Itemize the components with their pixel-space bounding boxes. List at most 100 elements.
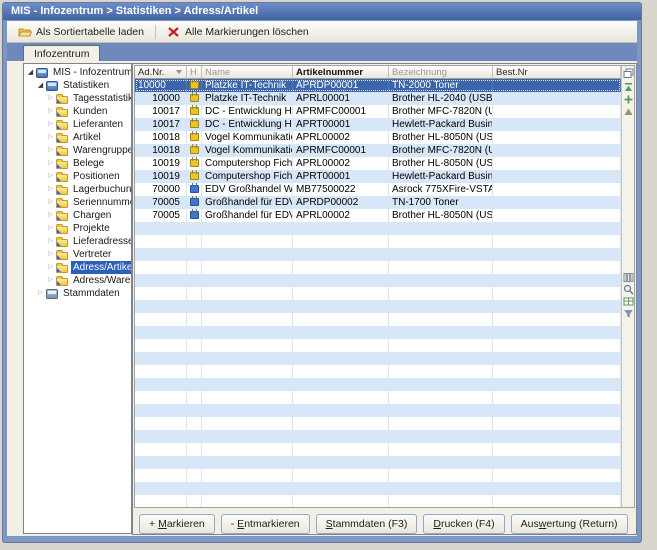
tree-item-mis-infozentrum[interactable]: ◢ MIS - Infozentrum — [24, 66, 131, 79]
search-icon[interactable] — [623, 284, 634, 295]
cell-name — [202, 469, 293, 482]
tree-item-chargen[interactable]: ▷ Chargen — [24, 209, 131, 222]
cell-bestnr — [493, 105, 621, 118]
cell-adnr: 10018 — [135, 144, 187, 157]
tree-twisty-icon[interactable]: ▷ — [46, 92, 55, 105]
column-header-h[interactable]: H — [187, 66, 202, 78]
column-header-ad-nr[interactable]: Ad.Nr. — [135, 66, 187, 78]
tree-item-kunden[interactable]: ▷ Kunden — [24, 105, 131, 118]
cell-name: Platzke IT-Technik — [202, 92, 293, 105]
cell-bezeichnung — [389, 482, 493, 495]
cell-bezeichnung — [389, 495, 493, 507]
cell-bestnr — [493, 352, 621, 365]
table-row[interactable]: 70000EDV Großhandel WinklMB77500022Asroc… — [135, 183, 621, 196]
tree-item-vertreter[interactable]: ▷ Vertreter — [24, 248, 131, 261]
drucken-button[interactable]: Drucken (F4) — [423, 514, 504, 534]
tree-item-lagerbuchungen[interactable]: ▷ Lagerbuchungen — [24, 183, 131, 196]
tree-item-label: Kunden — [71, 105, 109, 118]
clear-marks-button[interactable]: Alle Markierungen löschen — [160, 24, 316, 40]
tree-item-tagesstatistik[interactable]: ▷ Tagesstatistik — [24, 92, 131, 105]
add-icon[interactable] — [623, 94, 634, 105]
column-header-label: Best.Nr — [496, 67, 528, 78]
tree-twisty-icon[interactable]: ▷ — [46, 118, 55, 131]
empty-row — [135, 261, 621, 274]
cell-bezeichnung — [389, 352, 493, 365]
table-row[interactable]: 10019Computershop FichtneAPRL00002Brothe… — [135, 157, 621, 170]
tree-item-adress-warengruppen[interactable]: ▷ Adress/Warengruppen — [24, 274, 131, 287]
tree-twisty-icon[interactable]: ▷ — [46, 144, 55, 157]
column-header-artikelnummer[interactable]: Artikelnummer — [293, 66, 389, 78]
table-row[interactable]: 10017DC - Entwicklung HeiAPRMFC00001Brot… — [135, 105, 621, 118]
tree-twisty-icon[interactable]: ▷ — [46, 196, 55, 209]
tree-item-positionen[interactable]: ▷ Positionen — [24, 170, 131, 183]
empty-row — [135, 430, 621, 443]
table-row[interactable]: 10017DC - Entwicklung HeiAPRT00001Hewlet… — [135, 118, 621, 131]
cell-adnr: 10017 — [135, 118, 187, 131]
cell-bestnr — [493, 404, 621, 417]
tree-item-stammdaten[interactable]: ▷ Stammdaten — [24, 287, 131, 300]
tree-twisty-icon[interactable]: ▷ — [46, 131, 55, 144]
table-row[interactable]: 10018Vogel KommunikationAPRL00002Brother… — [135, 131, 621, 144]
tree-twisty-icon[interactable]: ▷ — [46, 261, 55, 274]
tree-item-statistiken[interactable]: ◢ Statistiken — [24, 79, 131, 92]
tree-twisty-icon[interactable]: ▷ — [46, 157, 55, 170]
tab-infozentrum[interactable]: Infozentrum — [23, 45, 100, 62]
cell-bezeichnung: Asrock 775XFire-VSTA, Intel 92 — [389, 183, 493, 196]
tree-twisty-icon[interactable]: ▷ — [46, 105, 55, 118]
table-row[interactable]: 70005Großhandel für EDV HAPRL00002Brothe… — [135, 209, 621, 222]
column-header-best-nr[interactable]: Best.Nr — [493, 66, 621, 78]
tree-twisty-icon[interactable]: ▷ — [46, 248, 55, 261]
stammdaten-button[interactable]: Stammdaten (F3) — [316, 514, 418, 534]
table-panel: Ad.Nr.HNameArtikelnummerBezeichnungBest.… — [132, 63, 637, 535]
load-sort-table-button[interactable]: Als Sortiertabelle laden — [11, 24, 151, 40]
column-header-name[interactable]: Name — [202, 66, 293, 78]
columns-icon[interactable] — [623, 272, 634, 283]
tree-twisty-icon[interactable]: ▷ — [46, 235, 55, 248]
tree-twisty-icon[interactable]: ▷ — [46, 222, 55, 235]
column-header-bezeichnung[interactable]: Bezeichnung — [389, 66, 493, 78]
auswertung-button[interactable]: Auswertung (Return) — [511, 514, 628, 534]
tree-item-label: Positionen — [71, 170, 122, 183]
cell-bezeichnung — [389, 469, 493, 482]
tree-item-label: Tagesstatistik — [71, 92, 132, 105]
cell-lock — [187, 274, 202, 287]
window-body: Als Sortiertabelle laden Alle Markierung… — [7, 21, 637, 536]
scroll-up-icon[interactable] — [623, 106, 634, 117]
table-row[interactable]: 70005Großhandel für EDV HAPRDP00002TN-17… — [135, 196, 621, 209]
tree-twisty-icon[interactable]: ▷ — [36, 287, 45, 300]
table-row[interactable]: 10018Vogel KommunikationAPRMFC00001Broth… — [135, 144, 621, 157]
cell-bestnr — [493, 196, 621, 209]
entmarkieren-button[interactable]: - Entmarkieren — [221, 514, 310, 534]
tree-item-artikel[interactable]: ▷ Artikel — [24, 131, 131, 144]
table-row[interactable]: 10019Computershop FichtneAPRT00001Hewlet… — [135, 170, 621, 183]
cell-artikelnummer — [293, 326, 389, 339]
cell-name — [202, 378, 293, 391]
markieren-button[interactable]: + Markieren — [139, 514, 215, 534]
tree-item-adress-artikel[interactable]: ▷ Adress/Artikel — [24, 261, 131, 274]
tree-node-icon — [56, 109, 68, 117]
filter-icon[interactable] — [623, 308, 634, 319]
table-row[interactable]: 10000Platzke IT-TechnikAPRL00001Brother … — [135, 92, 621, 105]
go-top-icon[interactable] — [623, 82, 634, 93]
tree-twisty-icon[interactable]: ◢ — [36, 79, 45, 92]
tree-item-projekte[interactable]: ▷ Projekte — [24, 222, 131, 235]
tree-item-lieferadressen[interactable]: ▷ Lieferadressen — [24, 235, 131, 248]
tree-node-icon — [56, 187, 68, 195]
tree-twisty-icon[interactable]: ▷ — [46, 209, 55, 222]
tree-item-belege[interactable]: ▷ Belege — [24, 157, 131, 170]
tree-item-warengruppen[interactable]: ▷ Warengruppen — [24, 144, 131, 157]
cell-adnr — [135, 352, 187, 365]
tree-item-lieferanten[interactable]: ▷ Lieferanten — [24, 118, 131, 131]
cell-name: Vogel Kommunikation — [202, 131, 293, 144]
tree-item-seriennummern[interactable]: ▷ Seriennummern — [24, 196, 131, 209]
column-select-icon[interactable] — [623, 68, 634, 79]
table-icon[interactable] — [623, 296, 634, 307]
cell-bestnr — [493, 339, 621, 352]
cell-bezeichnung — [389, 456, 493, 469]
tree-twisty-icon[interactable]: ▷ — [46, 274, 55, 287]
tree-twisty-icon[interactable]: ▷ — [46, 183, 55, 196]
tree-item-label: Warengruppen — [71, 144, 132, 157]
table-row[interactable]: 10000Platzke IT-TechnikAPRDP00001TN-2000… — [135, 79, 621, 92]
tree-twisty-icon[interactable]: ▷ — [46, 170, 55, 183]
tree-twisty-icon[interactable]: ◢ — [26, 66, 35, 79]
